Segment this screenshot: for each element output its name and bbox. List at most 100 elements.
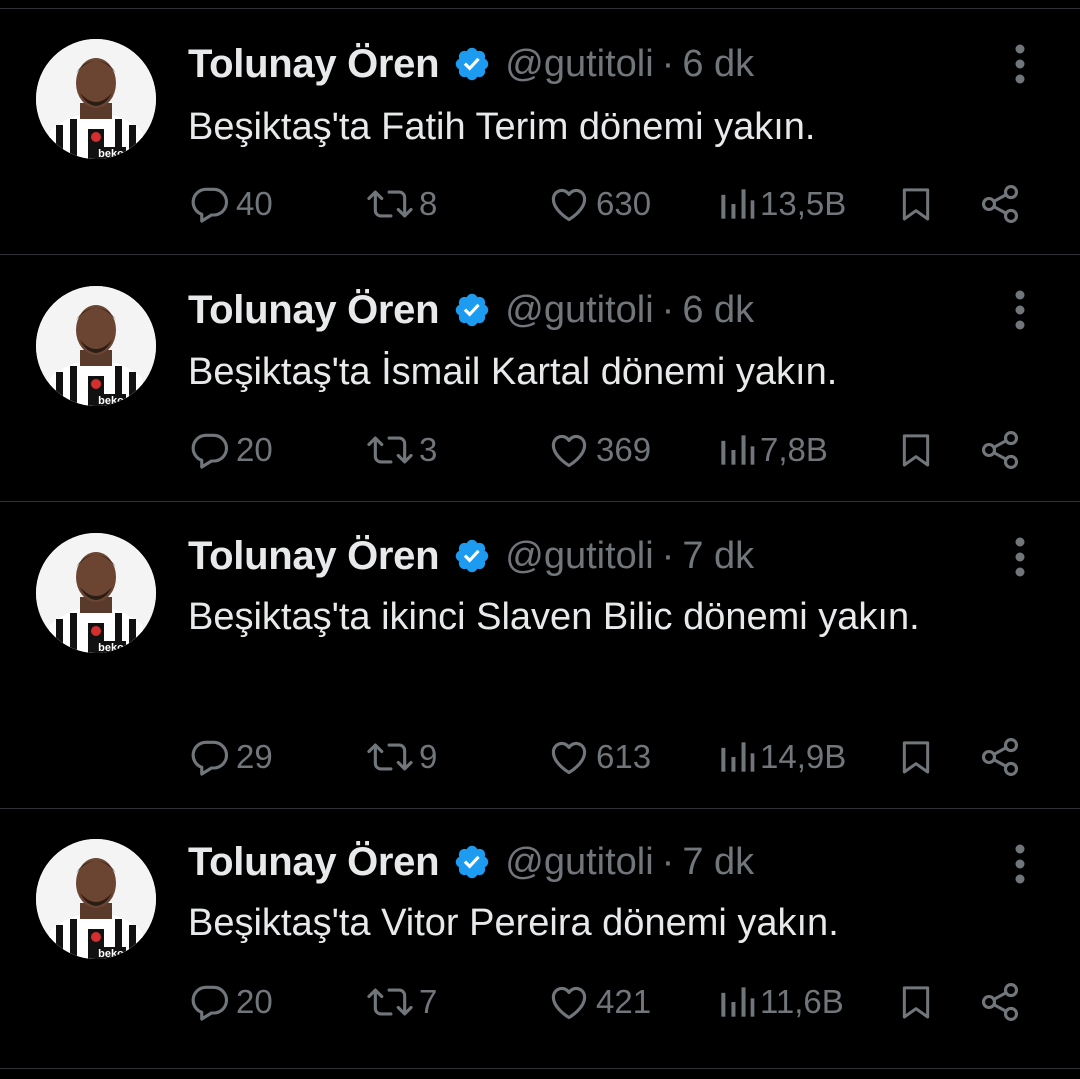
reply-button[interactable]: 29 xyxy=(188,732,273,782)
avatar[interactable]: beko xyxy=(36,533,156,653)
view-count: 7,8B xyxy=(760,431,828,468)
sponsor-logo: beko xyxy=(98,148,124,159)
bookmark-icon xyxy=(902,986,930,1019)
reply-count: 20 xyxy=(236,431,273,468)
timestamp[interactable]: 7 dk xyxy=(682,535,754,578)
retweet-icon xyxy=(367,743,413,771)
like-icon xyxy=(551,188,587,222)
more-options-icon[interactable] xyxy=(1006,288,1034,332)
like-button[interactable]: 421 xyxy=(546,977,651,1027)
author-handle[interactable]: @gutitoli xyxy=(505,289,653,332)
reply-button[interactable]: 20 xyxy=(188,425,273,475)
reply-icon xyxy=(191,433,229,469)
verified-badge-icon xyxy=(456,293,489,327)
bookmark-button[interactable] xyxy=(896,425,936,475)
reply-icon xyxy=(191,187,229,223)
views-icon xyxy=(721,742,755,772)
action-bar: 20 7 421 11,6B xyxy=(0,977,1080,1027)
tweet[interactable]: beko Tolunay Ören @gutitoli · 6 dk Beşik… xyxy=(0,9,1080,255)
share-button[interactable] xyxy=(976,179,1024,229)
separator-dot: · xyxy=(661,840,675,883)
action-bar: 40 8 630 13,5B xyxy=(0,179,1080,229)
views-button[interactable]: 14,9B xyxy=(716,732,846,782)
avatar[interactable]: beko xyxy=(36,286,156,406)
action-bar: 20 3 369 7,8B xyxy=(0,425,1080,475)
like-button[interactable]: 613 xyxy=(546,732,651,782)
views-icon xyxy=(721,987,755,1017)
player-photo: beko xyxy=(36,839,156,959)
tweet-header: Tolunay Ören @gutitoli · 7 dk xyxy=(188,837,754,887)
timestamp[interactable]: 7 dk xyxy=(682,841,754,884)
view-count: 14,9B xyxy=(760,738,847,775)
more-options-icon[interactable] xyxy=(1006,842,1034,886)
share-button[interactable] xyxy=(976,425,1024,475)
author-handle[interactable]: @gutitoli xyxy=(505,841,653,884)
retweet-button[interactable]: 9 xyxy=(365,732,437,782)
reply-button[interactable]: 20 xyxy=(188,977,273,1027)
reply-count: 20 xyxy=(236,983,273,1020)
sponsor-logo: beko xyxy=(98,395,124,406)
like-count: 630 xyxy=(596,185,652,222)
reply-icon xyxy=(191,985,229,1021)
views-button[interactable]: 7,8B xyxy=(716,425,828,475)
author-name[interactable]: Tolunay Ören xyxy=(188,840,440,885)
tweet-text: Beşiktaş'ta Vitor Pereira dönemi yakın. xyxy=(188,902,839,944)
tweet-header: Tolunay Ören @gutitoli · 6 dk xyxy=(188,285,754,335)
share-icon xyxy=(981,185,1019,223)
retweet-count: 7 xyxy=(419,983,438,1020)
author-handle[interactable]: @gutitoli xyxy=(505,535,653,578)
like-button[interactable]: 369 xyxy=(546,425,651,475)
like-icon xyxy=(551,741,587,775)
views-icon xyxy=(721,189,755,219)
view-count: 13,5B xyxy=(760,185,847,222)
like-count: 421 xyxy=(596,983,652,1020)
like-button[interactable]: 630 xyxy=(546,179,651,229)
like-count: 613 xyxy=(596,738,652,775)
retweet-count: 8 xyxy=(419,185,438,222)
views-icon xyxy=(721,435,755,465)
retweet-icon xyxy=(367,988,413,1016)
bookmark-icon xyxy=(902,188,930,221)
sponsor-logo: beko xyxy=(98,948,124,959)
retweet-button[interactable]: 7 xyxy=(365,977,437,1027)
retweet-icon xyxy=(367,436,413,464)
verified-badge-icon xyxy=(456,845,489,879)
avatar[interactable]: beko xyxy=(36,839,156,959)
views-button[interactable]: 11,6B xyxy=(716,977,844,1027)
bookmark-button[interactable] xyxy=(896,977,936,1027)
bookmark-button[interactable] xyxy=(896,732,936,782)
action-bar: 29 9 613 14,9B xyxy=(0,732,1080,782)
bookmark-icon xyxy=(902,434,930,467)
reply-button[interactable]: 40 xyxy=(188,179,273,229)
more-options-icon[interactable] xyxy=(1006,535,1034,579)
like-icon xyxy=(551,434,587,468)
bookmark-button[interactable] xyxy=(896,179,936,229)
reply-icon xyxy=(191,740,229,776)
author-name[interactable]: Tolunay Ören xyxy=(188,288,440,333)
views-button[interactable]: 13,5B xyxy=(716,179,846,229)
share-icon xyxy=(981,738,1019,776)
tweet[interactable]: beko Tolunay Ören @gutitoli · 7 dk Beşik… xyxy=(0,809,1080,1069)
tweet-header: Tolunay Ören @gutitoli · 6 dk xyxy=(188,39,754,89)
share-button[interactable] xyxy=(976,977,1024,1027)
separator-dot: · xyxy=(661,42,675,85)
author-name[interactable]: Tolunay Ören xyxy=(188,42,440,87)
player-photo: beko xyxy=(36,39,156,159)
tweet-text: Beşiktaş'ta İsmail Kartal dönemi yakın. xyxy=(188,351,838,393)
timestamp[interactable]: 6 dk xyxy=(682,43,754,86)
bookmark-icon xyxy=(902,741,930,774)
timestamp[interactable]: 6 dk xyxy=(682,289,754,332)
author-name[interactable]: Tolunay Ören xyxy=(188,534,440,579)
tweet[interactable]: beko Tolunay Ören @gutitoli · 6 dk Beşik… xyxy=(0,255,1080,502)
more-options-icon[interactable] xyxy=(1006,42,1034,86)
share-button[interactable] xyxy=(976,732,1024,782)
player-photo: beko xyxy=(36,286,156,406)
retweet-button[interactable]: 3 xyxy=(365,425,437,475)
verified-badge-icon xyxy=(456,47,489,81)
avatar[interactable]: beko xyxy=(36,39,156,159)
share-icon xyxy=(981,431,1019,469)
tweet[interactable]: beko Tolunay Ören @gutitoli · 7 dk Beşik… xyxy=(0,502,1080,809)
author-handle[interactable]: @gutitoli xyxy=(505,43,653,86)
separator-dot: · xyxy=(661,534,675,577)
retweet-button[interactable]: 8 xyxy=(365,179,437,229)
